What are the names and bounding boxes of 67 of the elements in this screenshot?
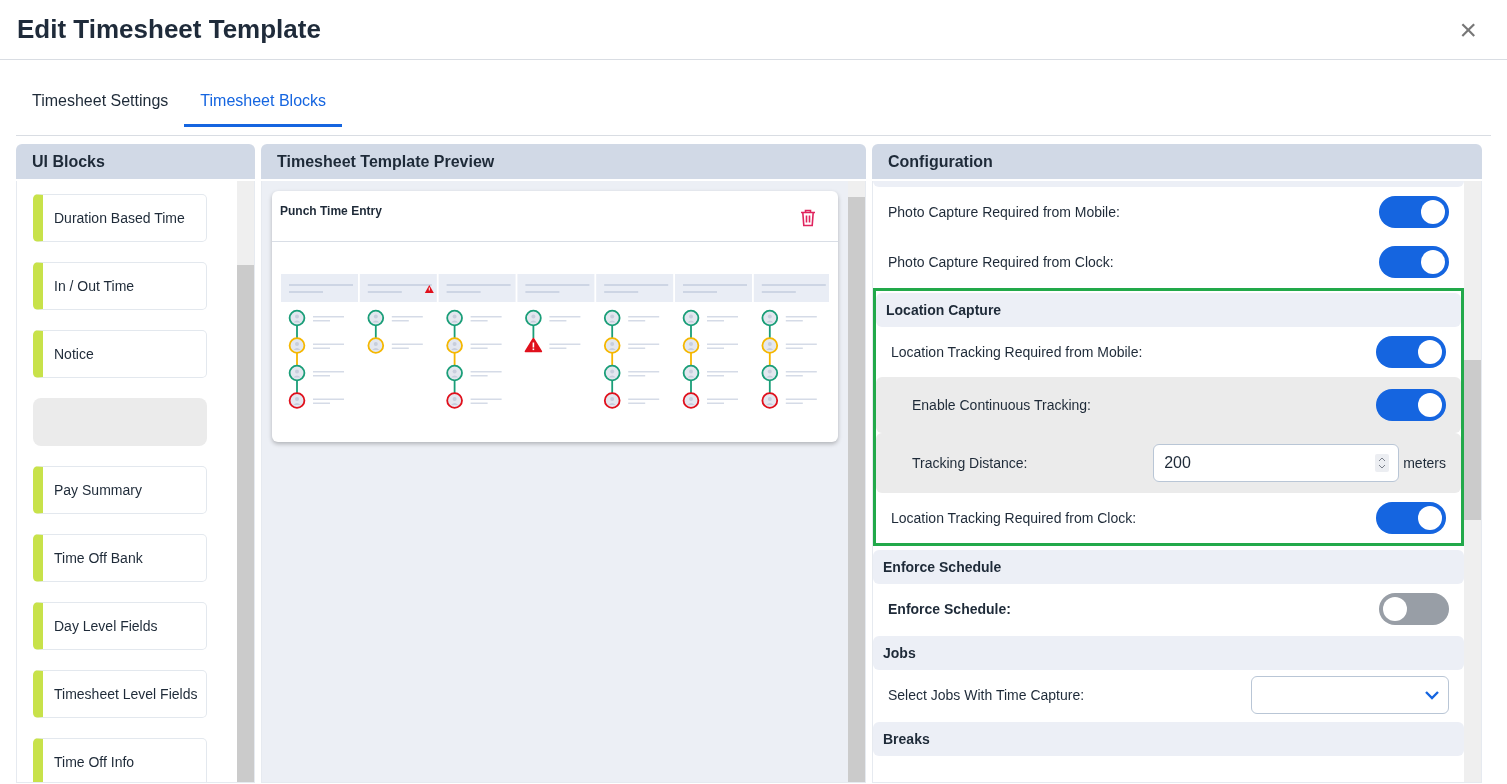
delete-icon[interactable] [800,209,816,227]
text-placeholder-line [391,316,423,322]
scrollbar[interactable] [1464,181,1481,782]
text-placeholder-line [628,398,660,404]
text-placeholder-line [707,343,738,349]
card-title: Punch Time Entry [280,204,382,218]
text-placeholder-line [549,343,581,349]
warning-icon [424,285,434,293]
text-placeholder-line [313,371,344,377]
ui-block-item[interactable]: Time Off Info [33,738,207,782]
text-placeholder-line [785,343,817,349]
tab[interactable]: Timesheet Blocks [184,78,343,127]
setting-label: Location Tracking Required from Mobile: [891,344,1143,360]
setting-label: Enforce Schedule: [888,601,1011,617]
text-placeholder-line [785,316,817,322]
panel-header: Timesheet Template Preview [261,144,866,179]
text-placeholder-line [549,316,581,322]
chevron-down-icon [1424,690,1440,700]
toggle-switch[interactable] [1376,336,1446,368]
scrollbar[interactable] [237,181,254,782]
text-placeholder-line [391,343,423,349]
text-placeholder-line [470,398,502,404]
number-input[interactable]: 200 [1153,444,1400,482]
unit-label: meters [1403,455,1446,471]
section-header: Location Capture [876,293,1461,327]
ui-block-item[interactable]: Time Off Bank [33,534,207,582]
text-placeholder-line [470,371,502,377]
spinner-icon[interactable] [1375,454,1390,472]
ui-block-item[interactable]: Notice [33,330,207,378]
text-placeholder-line [628,316,660,322]
panel-header: Configuration [872,144,1482,179]
setting-label: Photo Capture Required from Mobile: [888,204,1120,220]
text-placeholder-line [313,343,344,349]
text-placeholder-line [628,343,660,349]
setting-label: Location Tracking Required from Clock: [891,510,1137,526]
ui-block-item[interactable]: Timesheet Level Fields [33,670,207,718]
ui-block-item[interactable]: Pay Summary [33,466,207,514]
text-placeholder-line [707,316,738,322]
section-header: Enforce Schedule [873,550,1464,584]
text-placeholder-line [313,398,344,404]
tab[interactable]: Timesheet Settings [16,78,185,127]
section-header: Jobs [873,636,1464,670]
setting-label: Tracking Distance: [912,455,1028,471]
setting-label: Photo Capture Required from Clock: [888,254,1114,270]
toggle-switch[interactable] [1379,246,1449,278]
ui-block-item[interactable]: Duration Based Time [33,194,207,242]
close-button[interactable]: × [1459,14,1477,45]
toggle-switch[interactable] [1379,593,1449,625]
toggle-switch[interactable] [1376,389,1446,421]
scrollbar[interactable] [848,181,865,782]
text-placeholder-line [313,316,344,322]
text-placeholder-line [470,316,502,322]
text-placeholder-line [707,398,738,404]
ui-block-item[interactable]: In / Out Time [33,262,207,310]
dialog-title: Edit Timesheet Template [17,14,321,45]
text-placeholder-line [785,398,817,404]
setting-label: Enable Continuous Tracking: [912,397,1091,413]
setting-label: Select Jobs With Time Capture: [888,687,1085,703]
toggle-switch[interactable] [1379,196,1449,228]
text-placeholder-line [628,371,660,377]
toggle-switch[interactable] [1376,502,1446,534]
text-placeholder-line [785,371,817,377]
text-placeholder-line [707,371,738,377]
panel-header: UI Blocks [16,144,255,179]
ui-block-item[interactable]: Day Level Fields [33,602,207,650]
section-header: Breaks [873,722,1464,756]
text-placeholder-line [470,343,502,349]
